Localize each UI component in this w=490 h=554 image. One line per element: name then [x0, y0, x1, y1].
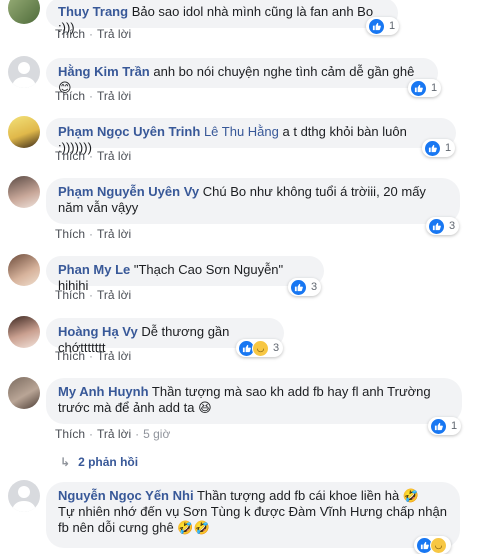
avatar[interactable] — [8, 480, 40, 512]
commenter-name[interactable]: Phan My Le — [58, 262, 130, 277]
comment-actions: Thích · Trả lời — [55, 89, 132, 103]
comment-actions: Thích · Trả lời — [55, 349, 132, 363]
reply-link[interactable]: Trả lời — [97, 89, 131, 103]
reaction-count[interactable]: 3 — [288, 278, 322, 296]
haha-icon: ◡ — [252, 339, 269, 357]
like-icon — [428, 217, 445, 235]
like-icon — [430, 417, 447, 435]
reply-link[interactable]: Trả lời — [97, 349, 131, 363]
avatar[interactable] — [8, 0, 40, 24]
commenter-name[interactable]: Hằng Kim Trần — [58, 64, 150, 79]
like-link[interactable]: Thích — [55, 427, 85, 441]
like-link[interactable]: Thích — [55, 288, 85, 302]
comment-text-line2: Tự nhiên nhớ đến vụ Sơn Tùng k được Đàm … — [58, 504, 447, 519]
comment-bubble: Nguyễn Ngọc Yến Nhi Thần tượng add fb cá… — [46, 482, 460, 548]
like-icon — [424, 139, 441, 157]
reply-link[interactable]: Trả lời — [97, 288, 131, 302]
comment-time[interactable]: 5 giờ — [143, 427, 170, 441]
commenter-name[interactable]: My Anh Huynh — [58, 384, 149, 399]
comment-actions: Thích · Trả lời — [55, 227, 132, 241]
comment-text-line2: trước mà để ảnh add ta 😆 — [58, 400, 212, 415]
reply-arrow-icon: ↳ — [60, 455, 71, 469]
view-replies-link[interactable]: ↳ 2 phản hồi — [60, 455, 138, 469]
comment-actions: Thích · Trả lời · 5 giờ — [55, 427, 171, 441]
haha-icon: ◡ — [430, 536, 447, 554]
commenter-name[interactable]: Thuy Trang — [58, 4, 128, 19]
reply-link[interactable]: Trả lời — [97, 149, 131, 163]
reply-link[interactable]: Trả lời — [97, 227, 131, 241]
like-icon — [410, 79, 427, 97]
reaction-count[interactable]: 1 — [408, 79, 442, 97]
reaction-count[interactable]: 1 — [366, 17, 400, 35]
like-link[interactable]: Thích — [55, 27, 85, 41]
comment-bubble: My Anh Huynh Thần tượng mà sao kh add fb… — [46, 378, 462, 424]
reaction-count[interactable]: 3 — [426, 217, 460, 235]
reaction-count[interactable]: ◡ 3 — [236, 339, 284, 357]
commenter-name[interactable]: Phạm Nguyễn Uyên Vy — [58, 184, 199, 199]
avatar[interactable] — [8, 176, 40, 208]
like-icon — [290, 278, 307, 296]
comment-bubble: Hằng Kim Trần anh bo nói chuyện nghe tìn… — [46, 58, 438, 95]
reply-link[interactable]: Trả lời — [97, 27, 131, 41]
avatar[interactable] — [8, 316, 40, 348]
comment-text-line3: fb nên dỗi cưng ghê 🤣🤣 — [58, 520, 210, 535]
tagged-user[interactable]: Lê Thu Hằng — [204, 124, 279, 139]
comment-actions: Thích · Trả lời — [55, 288, 132, 302]
comment-text: Thần tượng add fb cái khoe liền hà 🤣 — [196, 488, 420, 503]
comment-bubble: Phạm Nguyễn Uyên Vy Chú Bo như không tuổ… — [46, 178, 460, 224]
like-link[interactable]: Thích — [55, 149, 85, 163]
avatar[interactable] — [8, 254, 40, 286]
like-icon — [368, 17, 385, 35]
reaction-count[interactable]: 1 — [428, 417, 462, 435]
like-link[interactable]: Thích — [55, 89, 85, 103]
commenter-name[interactable]: Hoàng Hạ Vy — [58, 324, 138, 339]
comment-bubble: Phạm Ngọc Uyên Trinh Lê Thu Hằng a t dth… — [46, 118, 456, 155]
comment-text: Chú Bo như không tuổi á trờiii, 20 mấy — [202, 184, 426, 199]
reaction-count[interactable]: 1 — [422, 139, 456, 157]
comment-actions: Thích · Trả lời — [55, 27, 132, 41]
reaction-count[interactable]: ◡ — [414, 536, 451, 554]
comment-bubble: Thuy Trang Bảo sao idol nhà mình cũng là… — [46, 0, 398, 35]
reply-link[interactable]: Trả lời — [97, 427, 131, 441]
comment-bubble: Phan My Le "Thạch Cao Sơn Nguyễn" hihihi — [46, 256, 324, 293]
like-link[interactable]: Thích — [55, 349, 85, 363]
like-link[interactable]: Thích — [55, 227, 85, 241]
comment-actions: Thích · Trả lời — [55, 149, 132, 163]
commenter-name[interactable]: Nguyễn Ngọc Yến Nhi — [58, 488, 194, 503]
avatar[interactable] — [8, 377, 40, 409]
commenter-name[interactable]: Phạm Ngọc Uyên Trinh — [58, 124, 200, 139]
avatar[interactable] — [8, 116, 40, 148]
comment-text: Thần tượng mà sao kh add fb hay fl anh T… — [151, 384, 431, 399]
comment-text-line2: năm vẫn vậyy — [58, 200, 139, 215]
avatar[interactable] — [8, 56, 40, 88]
